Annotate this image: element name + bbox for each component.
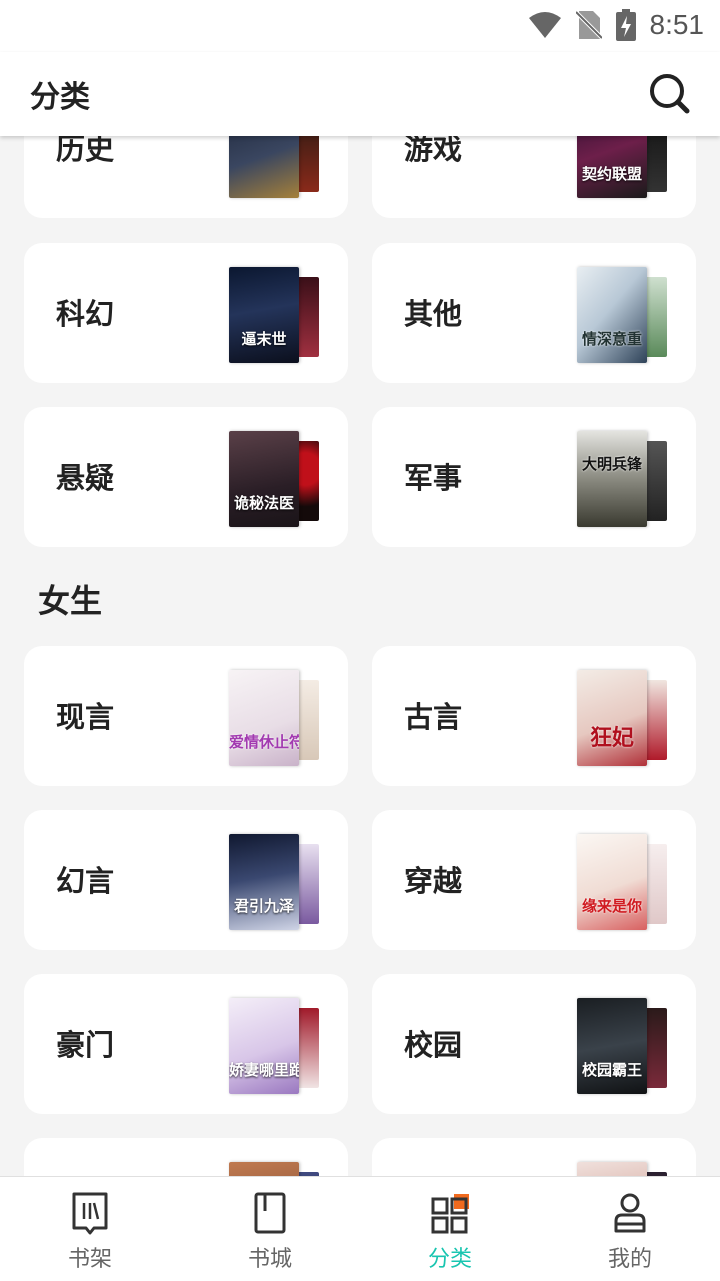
book-cover: 娇妻哪里跑 [229, 998, 299, 1094]
category-card-history[interactable]: 历史 [24, 136, 348, 218]
cover-title: 爱情休止符 [229, 733, 299, 751]
cover-stack: 娇妻哪里跑 [229, 998, 321, 1094]
book-cover: 君引九泽 [229, 834, 299, 930]
book-cover: 大明兵锋 [577, 431, 647, 527]
nav-label: 书架 [67, 1247, 112, 1272]
book-cover [577, 1162, 647, 1176]
cover-stack: 缘来是你 [577, 834, 669, 930]
book-cover: 爱情休止符 [229, 670, 299, 766]
category-card-game[interactable]: 游戏 契约联盟 [372, 136, 696, 218]
battery-charging-icon [615, 9, 636, 41]
status-icons: 8:51 [514, 8, 705, 42]
nav-bookshelf[interactable]: 书架 [0, 1177, 180, 1281]
cover-stack: 契约联盟 [577, 136, 669, 198]
category-card-fantasy-romance[interactable]: 幻言 君引九泽 [24, 810, 348, 950]
category-card-scifi[interactable]: 科幻 逼末世 [24, 243, 348, 383]
search-icon [650, 74, 690, 114]
cover-stack: 诡秘法医 [229, 431, 321, 527]
book-cover [229, 136, 299, 198]
category-label: 游戏 [404, 136, 463, 166]
category-label: 历史 [56, 136, 115, 166]
cover-title: 娇妻哪里跑 [229, 1061, 299, 1079]
category-label: 其他 [404, 297, 463, 331]
category-card-wealthy-family[interactable]: 豪门 娇妻哪里跑 [24, 974, 348, 1114]
search-button[interactable] [648, 72, 692, 116]
cover-title: 契约联盟 [581, 165, 642, 183]
book-cover: 逼末世 [229, 267, 299, 363]
bookstore-icon [254, 1192, 286, 1234]
nav-label: 分类 [427, 1247, 472, 1272]
cover-title: 大明兵锋 [581, 455, 642, 473]
cover-title: 校园霸王 [581, 1061, 642, 1079]
category-label: 现言 [56, 700, 115, 734]
book-cover: 诡秘法医 [229, 431, 299, 527]
no-sim-icon [575, 10, 602, 40]
nav-profile[interactable]: 我的 [540, 1177, 720, 1281]
nav-label: 我的 [607, 1247, 652, 1272]
category-card-modern-romance[interactable]: 现言 爱情休止符 [24, 646, 348, 786]
category-icon [431, 1194, 469, 1234]
clock: 8:51 [649, 9, 705, 40]
category-label: 穿越 [404, 864, 463, 898]
book-cover: 契约联盟 [577, 136, 647, 198]
nav-label: 书城 [247, 1247, 292, 1272]
cover-title: 狂妃 [589, 726, 634, 751]
category-card[interactable] [372, 1138, 696, 1176]
category-label: 悬疑 [56, 461, 115, 495]
nav-bookstore[interactable]: 书城 [180, 1177, 360, 1281]
cover-stack: 校园霸王 [577, 998, 669, 1094]
profile-icon [614, 1193, 646, 1233]
cover-title: 逼末世 [241, 330, 287, 348]
category-label: 校园 [404, 1028, 463, 1062]
category-label: 幻言 [56, 864, 115, 898]
section-title-female: 女生 [38, 582, 103, 620]
cover-stack: 君引九泽 [229, 834, 321, 930]
nav-category[interactable]: 分类 [360, 1177, 540, 1281]
cover-title: 君引九泽 [233, 897, 294, 915]
category-list[interactable]: 历史 游戏 契约联盟 科幻 逼末世 其他 情深意重 悬疑 诡秘法医 军事 大明兵… [0, 136, 720, 1176]
cover-title: 情深意重 [581, 330, 642, 348]
book-cover: 缘来是你 [577, 834, 647, 930]
category-card-time-travel[interactable]: 穿越 缘来是你 [372, 810, 696, 950]
category-label: 军事 [404, 461, 463, 495]
category-card-ancient-romance[interactable]: 古言 狂妃 [372, 646, 696, 786]
category-card[interactable] [24, 1138, 348, 1176]
bookshelf-icon [72, 1192, 108, 1235]
cover-stack: 大明兵锋 [577, 431, 669, 527]
category-card-military[interactable]: 军事 大明兵锋 [372, 407, 696, 547]
app-bar: 分类 [0, 52, 720, 136]
cover-stack: 逼末世 [229, 267, 321, 363]
book-cover [229, 1162, 299, 1176]
status-bar: 8:51 [0, 0, 720, 52]
category-card-mystery[interactable]: 悬疑 诡秘法医 [24, 407, 348, 547]
cover-stack [577, 1162, 669, 1176]
page-title: 分类 [30, 80, 90, 115]
cover-stack: 狂妃 [577, 670, 669, 766]
category-label: 科幻 [56, 297, 115, 331]
cover-stack: 爱情休止符 [229, 670, 321, 766]
bottom-nav: 书架 书城 分类 我的 [0, 1176, 720, 1281]
category-label: 豪门 [56, 1028, 115, 1062]
category-label: 古言 [404, 700, 463, 734]
cover-stack: 情深意重 [577, 267, 669, 363]
book-cover: 情深意重 [577, 267, 647, 363]
book-cover: 校园霸王 [577, 998, 647, 1094]
cover-stack [229, 136, 321, 198]
category-card-other[interactable]: 其他 情深意重 [372, 243, 696, 383]
cover-title: 缘来是你 [581, 897, 642, 915]
wifi-icon [528, 11, 562, 39]
cover-title: 诡秘法医 [233, 494, 294, 512]
book-cover: 狂妃 [577, 670, 647, 766]
cover-stack [229, 1162, 321, 1176]
category-card-campus[interactable]: 校园 校园霸王 [372, 974, 696, 1114]
